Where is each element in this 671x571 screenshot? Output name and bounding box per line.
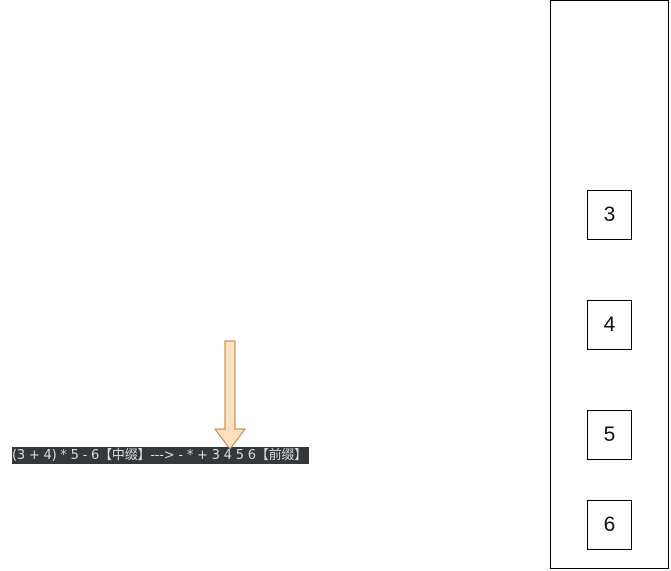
stack-container (550, 0, 669, 569)
expression-label: (3 + 4) * 5 - 6【中缀】---> - * + 3 4 5 6【前缀… (12, 447, 309, 464)
down-arrow-shape (214, 340, 246, 450)
stack-cell: 3 (587, 190, 632, 240)
down-arrow-icon (214, 340, 246, 450)
stack-cell: 4 (587, 300, 632, 350)
stack-cell: 5 (587, 410, 632, 460)
stack-cell: 6 (587, 500, 632, 550)
